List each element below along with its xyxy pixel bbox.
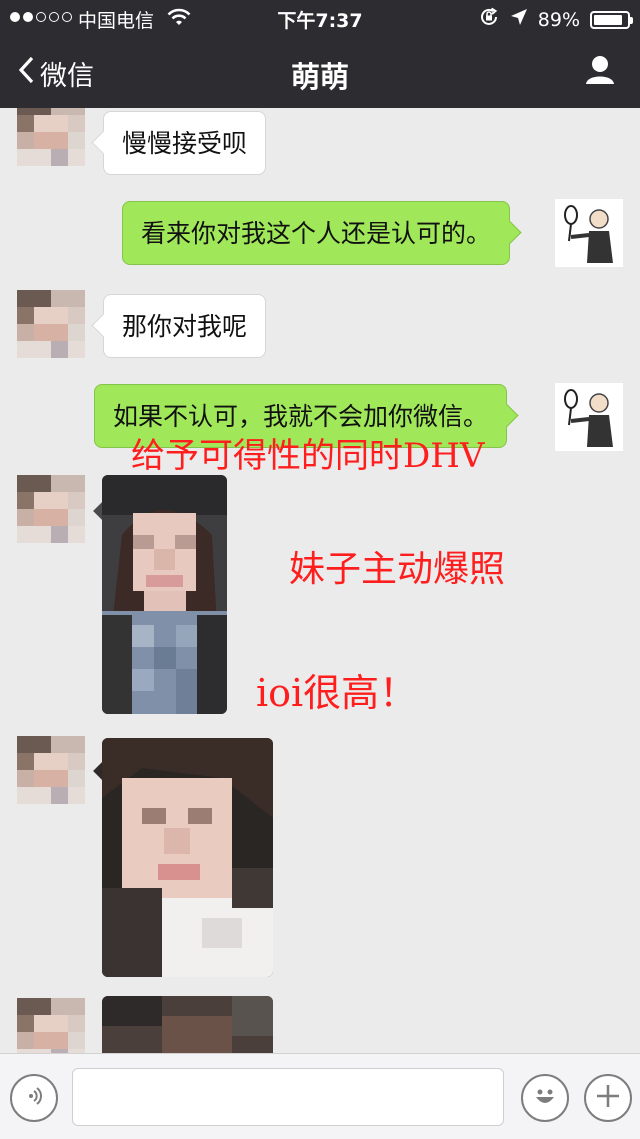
chat-area[interactable]: 慢慢接受呗 看来你对我这个人还是认可的。 那你对我呢 如果不认可，我就不会加你微…: [0, 108, 640, 1053]
image-message[interactable]: [102, 738, 273, 977]
image-message[interactable]: [102, 996, 273, 1053]
image-message[interactable]: [102, 475, 227, 714]
voice-icon: [22, 1084, 46, 1112]
annotation-ioi: ioi很高！: [256, 671, 418, 715]
nav-bar: 微信 萌萌: [0, 36, 640, 108]
contact-avatar[interactable]: [17, 475, 85, 543]
contact-avatar[interactable]: [17, 736, 85, 804]
status-bar: 中国电信 下午7:37 89%: [0, 0, 640, 36]
chat-title: 萌萌: [290, 60, 349, 94]
contact-avatar[interactable]: [17, 108, 85, 166]
top-bar: 中国电信 下午7:37 89% 微信 萌萌: [0, 0, 640, 108]
plus-button[interactable]: [584, 1074, 632, 1122]
battery-fill: [594, 14, 623, 25]
message-input[interactable]: [72, 1068, 504, 1126]
incoming-message[interactable]: 那你对我呢: [103, 294, 267, 358]
orientation-lock-icon: [478, 6, 500, 33]
outgoing-message[interactable]: 看来你对我这个人还是认可的。: [122, 201, 511, 265]
battery-icon: [590, 10, 633, 29]
profile-button[interactable]: [584, 54, 616, 90]
annotation-dhv: 给予可得性的同时DHV: [131, 436, 485, 476]
plus-icon: [595, 1083, 621, 1113]
my-avatar[interactable]: [555, 199, 623, 267]
contact-avatar[interactable]: [17, 290, 85, 358]
battery-percent: 89%: [537, 8, 580, 31]
voice-button[interactable]: [10, 1074, 58, 1122]
my-avatar[interactable]: [555, 383, 623, 451]
annotation-photo: 妹子主动爆照: [289, 549, 506, 590]
incoming-message[interactable]: 慢慢接受呗: [103, 111, 267, 175]
location-arrow-icon: [510, 8, 528, 31]
input-bar: [0, 1053, 640, 1139]
emoji-button[interactable]: [521, 1074, 569, 1122]
person-icon: [584, 56, 616, 90]
status-right: 89%: [478, 6, 633, 33]
emoji-icon: [530, 1081, 560, 1115]
contact-avatar[interactable]: [17, 998, 85, 1053]
